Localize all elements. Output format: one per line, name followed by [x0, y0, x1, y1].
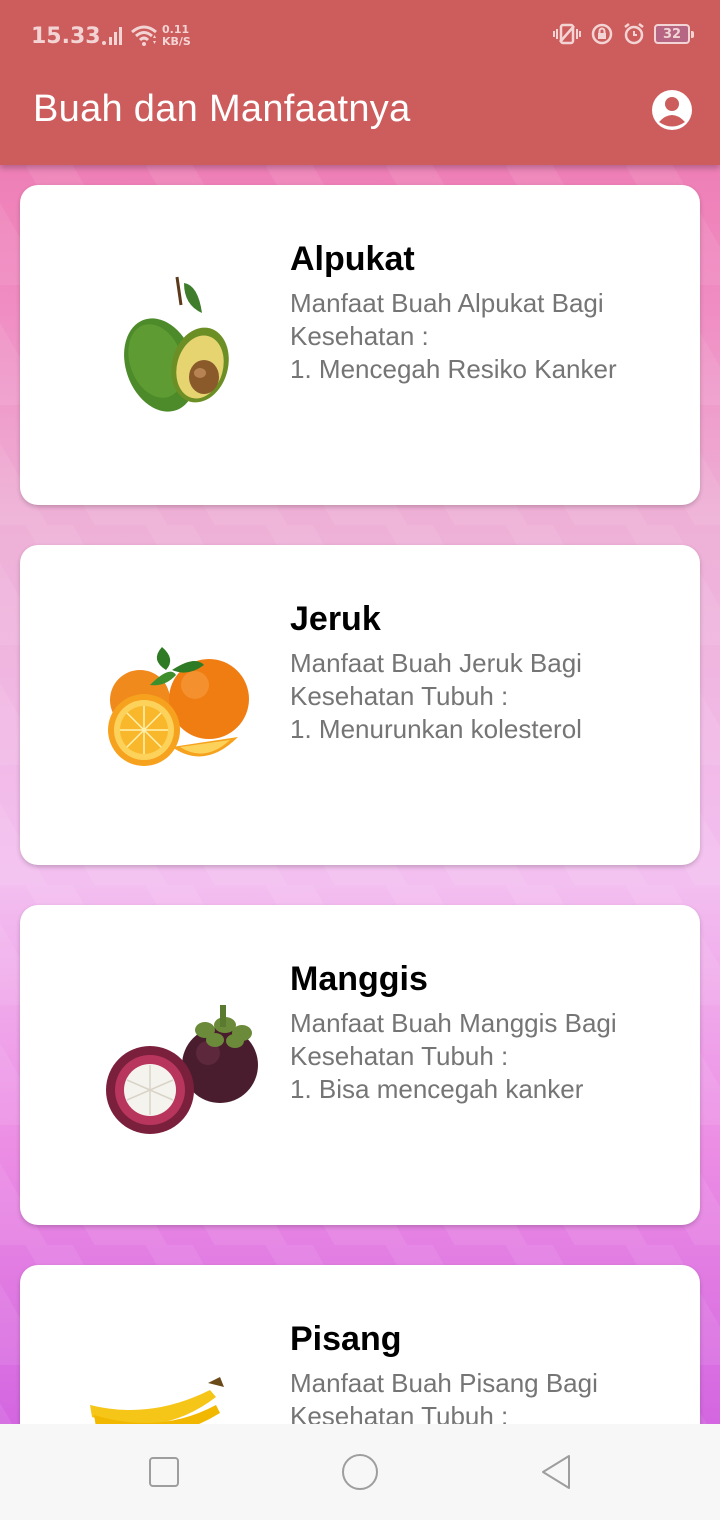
system-navigation-bar — [0, 1424, 720, 1520]
fruit-description: Manfaat Buah Jeruk Bagi Kesehatan Tubuh … — [290, 648, 582, 744]
square-icon — [149, 1457, 179, 1487]
fruit-description: Manfaat Buah Pisang Bagi Kesehatan Tubuh… — [290, 1368, 598, 1424]
fruit-list[interactable]: Alpukat Manfaat Buah Alpukat Bagi Keseha… — [0, 165, 720, 1424]
triangle-back-icon — [542, 1455, 570, 1489]
circle-icon — [342, 1454, 378, 1490]
alarm-icon — [624, 23, 644, 45]
status-time: 15.33 — [31, 24, 101, 49]
fruit-name: Jeruk — [290, 600, 381, 638]
fruit-name: Manggis — [290, 960, 428, 998]
network-speed-unit: KB/S — [162, 35, 191, 48]
fruit-card-jeruk[interactable]: Jeruk Manfaat Buah Jeruk Bagi Kesehatan … — [20, 545, 700, 865]
fruit-name: Pisang — [290, 1320, 402, 1358]
fruit-name: Alpukat — [290, 240, 415, 278]
fruit-description: Manfaat Buah Alpukat Bagi Kesehatan : 1.… — [290, 288, 617, 384]
app-bar: 15.33 0.11 KB/S 32 Buah dan Manfaatnya — [0, 0, 720, 165]
status-bar: 15.33 0.11 KB/S 32 — [0, 0, 720, 72]
orange-image — [108, 647, 249, 766]
network-speed: 0.11 KB/S — [162, 24, 196, 48]
fruit-card-manggis[interactable]: Manggis Manfaat Buah Manggis Bagi Keseha… — [20, 905, 700, 1225]
account-circle-icon[interactable] — [651, 89, 693, 131]
fruit-card-pisang[interactable]: Pisang Manfaat Buah Pisang Bagi Kesehata… — [20, 1265, 700, 1424]
lock-rotation-icon — [591, 23, 613, 45]
avocado-image — [124, 276, 229, 412]
vibrate-icon — [553, 23, 581, 45]
app-title: Buah dan Manfaatnya — [33, 88, 411, 130]
signal-icon — [102, 27, 122, 45]
mangosteen-image — [106, 1005, 258, 1134]
status-icons-right: 32 — [552, 22, 694, 46]
wifi-icon — [131, 25, 157, 46]
recents-button[interactable] — [144, 1452, 184, 1492]
home-button[interactable] — [340, 1452, 380, 1492]
back-button[interactable] — [536, 1452, 576, 1492]
fruit-card-alpukat[interactable]: Alpukat Manfaat Buah Alpukat Bagi Keseha… — [20, 185, 700, 505]
banana-image — [90, 1377, 224, 1424]
fruit-description: Manfaat Buah Manggis Bagi Kesehatan Tubu… — [290, 1008, 617, 1104]
battery-indicator: 32 — [654, 24, 694, 44]
